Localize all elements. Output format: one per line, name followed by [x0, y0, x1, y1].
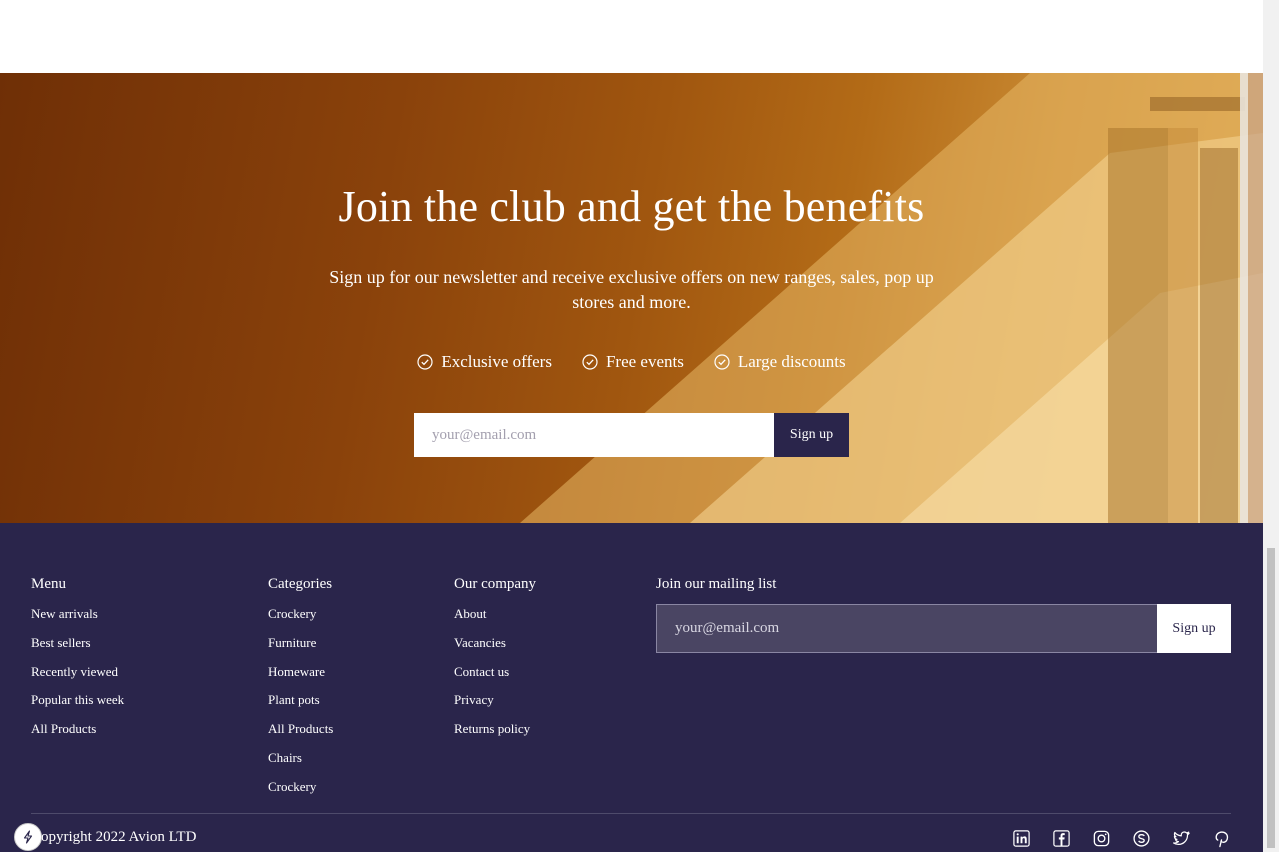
twitter-icon[interactable]: [1172, 829, 1191, 848]
instagram-icon[interactable]: [1092, 829, 1111, 848]
hero-signup-button[interactable]: Sign up: [774, 413, 849, 457]
footer-link-contact-us[interactable]: Contact us: [454, 662, 536, 691]
footer-link-crockery[interactable]: Crockery: [268, 777, 333, 806]
footer-link-popular-this-week[interactable]: Popular this week: [31, 690, 124, 719]
footer-categories-title: Categories: [268, 576, 333, 592]
footer-link-recently-viewed[interactable]: Recently viewed: [31, 662, 124, 691]
footer-link-all-products[interactable]: All Products: [268, 719, 333, 748]
footer-link-crockery[interactable]: Crockery: [268, 604, 333, 633]
skype-icon[interactable]: [1132, 829, 1151, 848]
lightning-bolt-icon[interactable]: [14, 823, 42, 851]
footer-email-input[interactable]: [656, 604, 1157, 653]
copyright-text: Copyright 2022 Avion LTD: [31, 829, 197, 845]
benefit-label: Large discounts: [737, 352, 846, 371]
page-top-blank: [0, 0, 1263, 73]
footer-link-homeware[interactable]: Homeware: [268, 662, 333, 691]
page-scrollbar[interactable]: [1263, 0, 1279, 852]
footer-link-chairs[interactable]: Chairs: [268, 748, 333, 777]
scrollbar-thumb[interactable]: [1267, 548, 1275, 848]
footer-company-title: Our company: [454, 576, 537, 592]
footer-link-all-products[interactable]: All Products: [31, 719, 124, 748]
hero-subtitle: Sign up for our newsletter and receive e…: [329, 267, 934, 312]
footer-company-column: Our company About Vacancies Contact us P…: [454, 576, 536, 748]
newsletter-hero: Join the club and get the benefits Sign …: [0, 73, 1263, 523]
benefits-list: Exclusive offers Free events Large disco…: [0, 352, 1263, 372]
footer-signup-form: Sign up: [656, 604, 1231, 653]
footer-menu-title: Menu: [31, 576, 66, 592]
benefit-item: Exclusive offers: [417, 352, 552, 372]
footer-signup-button[interactable]: Sign up: [1157, 604, 1231, 653]
hero-signup-form: Sign up: [414, 413, 849, 457]
check-circle-icon: [582, 354, 598, 370]
footer-divider: [31, 813, 1231, 814]
check-circle-icon: [417, 354, 433, 370]
footer-categories-column: Categories Crockery Furniture Homeware P…: [268, 576, 333, 806]
footer-link-new-arrivals[interactable]: New arrivals: [31, 604, 124, 633]
benefit-label: Free events: [605, 352, 684, 371]
pinterest-icon[interactable]: [1212, 829, 1231, 848]
footer-link-about[interactable]: About: [454, 604, 536, 633]
footer-link-plant-pots[interactable]: Plant pots: [268, 690, 333, 719]
linkedin-icon[interactable]: [1012, 829, 1031, 848]
footer-link-vacancies[interactable]: Vacancies: [454, 633, 536, 662]
footer-link-returns-policy[interactable]: Returns policy: [454, 719, 536, 748]
footer-menu-column: Menu New arrivals Best sellers Recently …: [31, 576, 124, 748]
footer-mailing-title: Join our mailing list: [656, 576, 777, 592]
site-footer: Menu New arrivals Best sellers Recently …: [0, 523, 1263, 852]
footer-link-best-sellers[interactable]: Best sellers: [31, 633, 124, 662]
check-circle-icon: [714, 354, 730, 370]
footer-link-furniture[interactable]: Furniture: [268, 633, 333, 662]
benefit-label: Exclusive offers: [441, 352, 552, 371]
facebook-icon[interactable]: [1052, 829, 1071, 848]
social-links: [1012, 829, 1231, 848]
hero-title: Join the club and get the benefits: [338, 182, 925, 231]
hero-email-input[interactable]: [414, 413, 774, 457]
benefit-item: Free events: [582, 352, 684, 372]
footer-link-privacy[interactable]: Privacy: [454, 690, 536, 719]
footer-mailing-column: Join our mailing list Sign up: [656, 576, 1231, 653]
benefit-item: Large discounts: [714, 352, 846, 372]
